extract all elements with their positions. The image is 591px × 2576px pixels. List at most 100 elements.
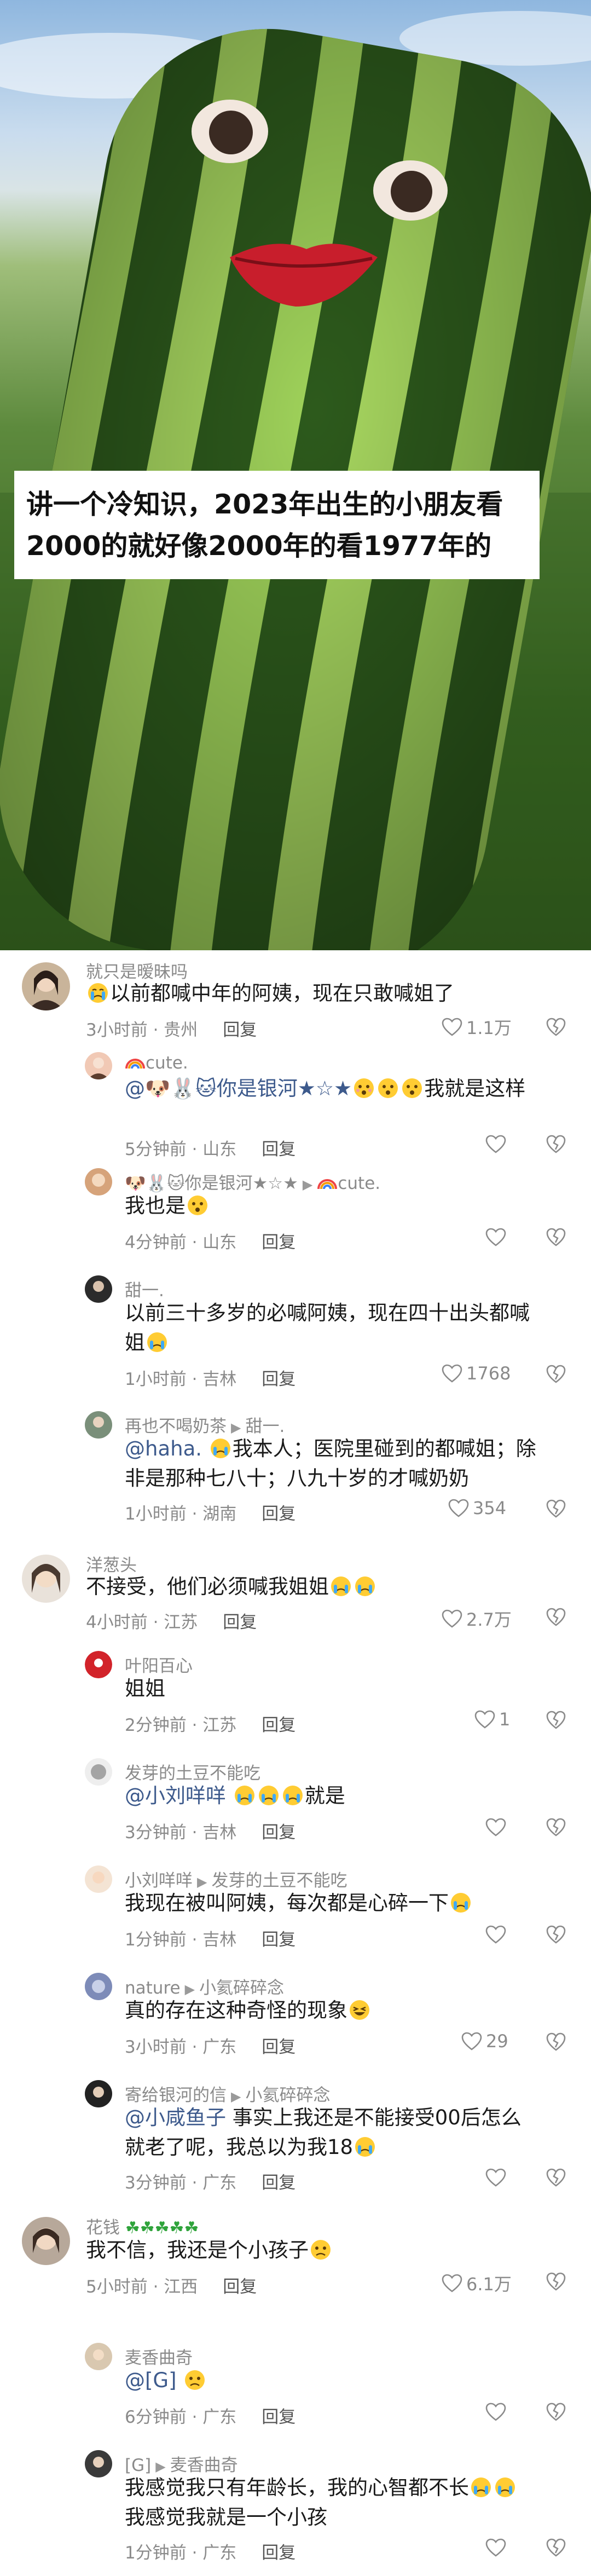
crying-emoji-icon — [87, 982, 109, 1004]
dislike-icon[interactable] — [545, 1133, 567, 1155]
avatar[interactable] — [85, 2343, 112, 2370]
heart-icon[interactable] — [485, 1134, 507, 1154]
avatar[interactable] — [85, 1275, 112, 1303]
comment-username[interactable]: 再也不喝奶茶 ▶ 甜一. — [125, 1412, 285, 1437]
dislike-icon[interactable] — [545, 2167, 567, 2188]
like-count: 1.1万 — [466, 1018, 512, 1038]
reply-button[interactable]: 回复 — [262, 2543, 296, 2563]
heart-icon[interactable] — [485, 2538, 507, 2557]
heart-icon[interactable] — [485, 1817, 507, 1837]
comment-username[interactable]: 甜一. — [125, 1277, 164, 1301]
rainbow-icon — [125, 1059, 145, 1069]
dislike-icon[interactable] — [545, 1816, 567, 1838]
mention-link[interactable]: @🐶🐰🐱你是银河★☆★ — [125, 1077, 352, 1100]
comment-text: 我也是 — [125, 1191, 210, 1221]
reply-button[interactable]: 回复 — [223, 2277, 257, 2297]
reply-button[interactable]: 回复 — [262, 1716, 296, 1735]
like-button[interactable]: 1.1万 — [441, 1014, 512, 1039]
comment-username[interactable]: 花钱 ☘☘☘☘☘ — [86, 2214, 199, 2238]
heart-icon[interactable] — [485, 1227, 507, 1247]
mention-link[interactable]: @小咸鱼子 — [125, 2106, 226, 2129]
comment-username[interactable]: cute. — [125, 1053, 188, 1073]
avatar[interactable] — [22, 1555, 70, 1603]
heart-icon — [442, 1609, 462, 1628]
like-button[interactable]: 1768 — [441, 1363, 511, 1384]
mention-link[interactable]: @小刘咩咩 — [125, 1784, 226, 1807]
comment-reply-item: 麦香曲奇 @[G] 6分钟前 · 广东 回复 — [0, 2343, 591, 2450]
avatar[interactable] — [22, 962, 70, 1010]
blush-emoji-icon — [377, 1077, 399, 1099]
dislike-icon[interactable] — [545, 1606, 567, 1628]
avatar[interactable] — [85, 1865, 112, 1893]
like-button[interactable]: 6.1万 — [441, 2271, 512, 2296]
reply-button[interactable]: 回复 — [262, 1370, 296, 1389]
comment-reply-item: cute. @🐶🐰🐱你是银河★☆★ 我就是这样 5分钟前 · 山东 回复 — [0, 1048, 591, 1168]
heart-icon[interactable] — [485, 2402, 507, 2422]
blush-emoji-icon — [187, 1194, 208, 1216]
comment-meta: 3小时前 · 广东 回复 — [125, 2037, 296, 2057]
reply-button[interactable]: 回复 — [262, 2407, 296, 2427]
reply-button[interactable]: 回复 — [262, 1233, 296, 1252]
video-frame[interactable]: 讲一个冷知识，2023年出生的小朋友看 2000的就好像2000年的看1977年… — [0, 0, 591, 950]
comment-reply-item: 发芽的土豆不能吃 @小刘咩咩 就是 3分钟前 · 吉林 回复 — [0, 1758, 591, 1865]
comment-meta: 3分钟前 · 吉林 回复 — [125, 1823, 296, 1843]
avatar[interactable] — [85, 2080, 112, 2107]
dislike-icon[interactable] — [545, 2537, 567, 2558]
reply-button[interactable]: 回复 — [262, 1930, 296, 1950]
comment-item: 就只是暧昧吗 以前都喊中年的阿姨，现在只敢喊姐了 3小时前 · 贵州 回复 1.1… — [0, 950, 591, 1048]
reply-button[interactable]: 回复 — [262, 1504, 296, 1524]
reply-button[interactable]: 回复 — [223, 1020, 257, 1040]
like-button[interactable]: 1 — [474, 1709, 510, 1730]
dislike-icon[interactable] — [545, 2271, 567, 2292]
heart-icon[interactable] — [485, 2168, 507, 2187]
reply-arrow-icon: ▶ — [155, 2459, 166, 2474]
heart-icon — [448, 1499, 469, 1517]
crying-emoji-icon — [282, 1784, 304, 1806]
avatar[interactable] — [85, 1758, 112, 1786]
reply-button[interactable]: 回复 — [262, 1140, 296, 1159]
reply-button[interactable]: 回复 — [223, 1613, 257, 1632]
dislike-icon[interactable] — [545, 1226, 567, 1248]
avatar[interactable] — [85, 1651, 112, 1678]
mention-link[interactable]: @haha. — [125, 1437, 202, 1460]
dislike-icon[interactable] — [545, 1924, 567, 1945]
dislike-icon[interactable] — [545, 2031, 567, 2053]
reply-button[interactable]: 回复 — [262, 2037, 296, 2057]
comment-text: 我现在被叫阿姨，每次都是心碎一下 — [125, 1888, 473, 1918]
avatar[interactable] — [85, 1052, 112, 1079]
comment-username[interactable]: 寄给银河的信 ▶ 小氦碎碎念 — [125, 2081, 330, 2106]
like-button[interactable]: 354 — [448, 1498, 506, 1518]
dislike-icon[interactable] — [545, 1498, 567, 1520]
like-count: 6.1万 — [466, 2274, 512, 2295]
dislike-icon[interactable] — [545, 1709, 567, 1731]
heart-icon — [474, 1710, 495, 1729]
comment-username[interactable]: [G] ▶ 麦香曲奇 — [125, 2451, 238, 2476]
avatar[interactable] — [22, 2217, 70, 2265]
comment-meta: 1分钟前 · 广东 回复 — [125, 2543, 296, 2563]
comment-text: @[G] — [125, 2366, 207, 2395]
avatar[interactable] — [85, 2450, 112, 2477]
dislike-icon[interactable] — [545, 2401, 567, 2423]
comment-username[interactable]: 发芽的土豆不能吃 — [125, 1759, 260, 1784]
avatar[interactable] — [85, 1168, 112, 1195]
heart-icon[interactable] — [485, 1925, 507, 1944]
like-count: 1 — [499, 1709, 511, 1730]
dislike-icon[interactable] — [545, 1016, 567, 1038]
avatar[interactable] — [85, 1973, 112, 2000]
mention-link[interactable]: @[G] — [125, 2369, 177, 2392]
comment-username[interactable]: 🐶🐰🐱你是银河★☆★ ▶ cute. — [125, 1169, 380, 1194]
comment-username[interactable]: 小刘咩咩 ▶ 发芽的土豆不能吃 — [125, 1867, 347, 1891]
like-count: 1768 — [466, 1363, 511, 1384]
caption-line-2: 2000的就好像2000年的看1977年的 — [26, 530, 492, 562]
comment-username[interactable]: nature ▶ 小氦碎碎念 — [125, 1974, 284, 1999]
reply-button[interactable]: 回复 — [262, 1823, 296, 1843]
reply-arrow-icon: ▶ — [184, 1982, 195, 1997]
dislike-icon[interactable] — [545, 1363, 567, 1385]
reply-button[interactable]: 回复 — [262, 2173, 296, 2193]
like-button[interactable]: 29 — [461, 2031, 508, 2052]
like-button[interactable]: 2.7万 — [441, 1606, 512, 1631]
comment-username[interactable]: 麦香曲奇 — [125, 2344, 193, 2369]
comment-username[interactable]: 叶阳百心 — [125, 1652, 193, 1677]
avatar[interactable] — [85, 1411, 112, 1439]
caption-line-1: 讲一个冷知识，2023年出生的小朋友看 — [26, 489, 503, 520]
